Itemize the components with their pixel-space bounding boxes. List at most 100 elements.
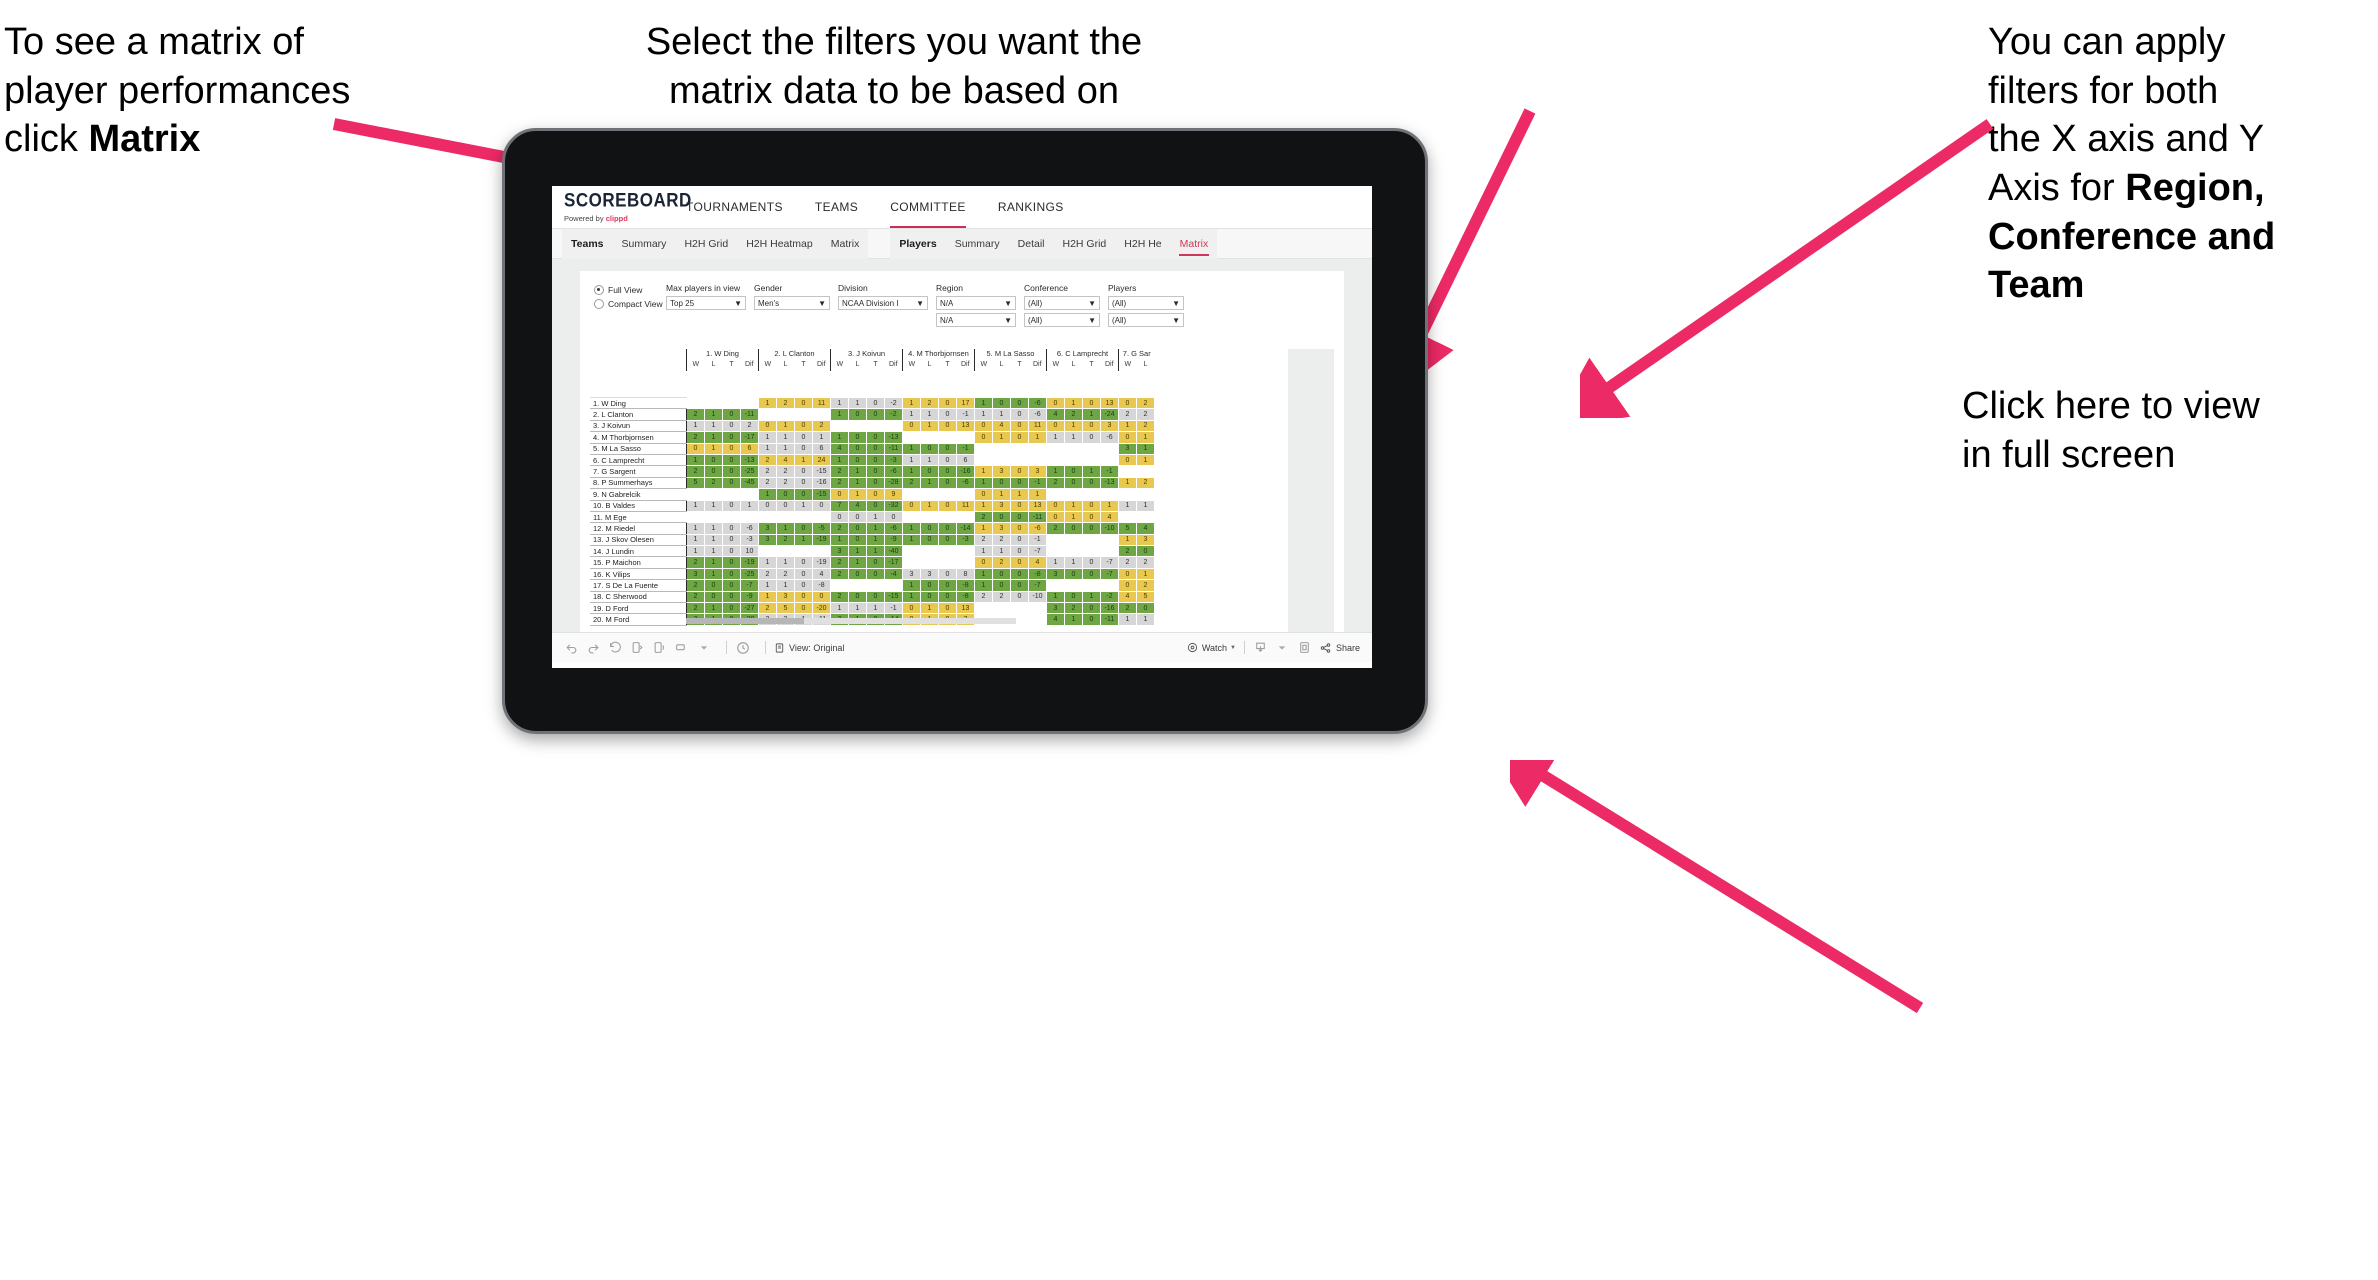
matrix-cell[interactable]: 1 <box>920 453 939 467</box>
matrix-cell[interactable] <box>1082 488 1101 501</box>
matrix-cell[interactable]: 0 <box>866 590 885 604</box>
matrix-cell[interactable]: 2 <box>776 533 795 547</box>
share-button[interactable]: Share <box>1319 642 1360 654</box>
matrix-cell[interactable]: -14 <box>956 522 975 535</box>
subnav-players-detail[interactable]: Detail <box>1009 229 1054 259</box>
matrix-cell[interactable]: 1 <box>758 396 777 410</box>
matrix-cell[interactable]: 1 <box>758 579 777 592</box>
matrix-cell[interactable] <box>1082 579 1101 592</box>
matrix-cell[interactable]: 1 <box>920 419 939 433</box>
subnav-teams-summary[interactable]: Summary <box>613 229 676 259</box>
matrix-cell[interactable] <box>722 488 741 501</box>
matrix-cell[interactable]: 2 <box>686 556 705 569</box>
matrix-cell[interactable]: 2 <box>686 408 705 421</box>
matrix-cell[interactable]: -13 <box>1100 476 1119 490</box>
matrix-cell[interactable]: 1 <box>1100 499 1119 512</box>
matrix-cell[interactable]: 1 <box>830 533 849 547</box>
redo-icon[interactable] <box>586 640 601 655</box>
matrix-cell[interactable]: 0 <box>1118 396 1137 410</box>
matrix-cell[interactable]: 2 <box>704 476 723 490</box>
matrix-cell[interactable]: 0 <box>938 602 957 615</box>
matrix-cell[interactable]: 0 <box>938 499 957 512</box>
matrix-cell[interactable]: 1 <box>974 408 993 421</box>
matrix-cell[interactable]: 0 <box>920 533 939 547</box>
matrix-cell[interactable]: 1 <box>704 442 723 455</box>
matrix-cell[interactable]: 1 <box>1136 442 1155 455</box>
matrix-cell[interactable]: 1 <box>992 488 1011 501</box>
matrix-cell[interactable]: 0 <box>722 545 741 558</box>
matrix-cell[interactable] <box>1100 545 1119 558</box>
matrix-cell[interactable]: 2 <box>686 590 705 604</box>
matrix-cell[interactable] <box>956 488 975 501</box>
matrix-cell[interactable]: 1 <box>974 476 993 490</box>
matrix-cell[interactable]: -24 <box>1100 408 1119 421</box>
matrix-cell[interactable]: 0 <box>704 465 723 478</box>
matrix-cell[interactable]: 2 <box>902 476 921 490</box>
matrix-cell[interactable]: 1 <box>902 453 921 467</box>
matrix-cell[interactable]: -6 <box>1028 396 1047 410</box>
matrix-cell[interactable]: 2 <box>1136 396 1155 410</box>
matrix-cell[interactable]: 0 <box>1010 499 1029 512</box>
matrix-cell[interactable]: 1 <box>812 431 831 444</box>
matrix-cell[interactable]: 0 <box>866 465 885 478</box>
matrix-cell[interactable]: 0 <box>1082 522 1101 535</box>
matrix-cell[interactable]: 0 <box>1082 431 1101 444</box>
matrix-cell[interactable] <box>776 408 795 421</box>
matrix-cell[interactable]: 0 <box>902 419 921 433</box>
matrix-cell[interactable]: 2 <box>758 453 777 467</box>
subnav-players-summary[interactable]: Summary <box>946 229 1009 259</box>
matrix-cell[interactable] <box>1100 442 1119 455</box>
matrix-cell[interactable]: 0 <box>848 590 867 604</box>
matrix-cell[interactable]: 3 <box>1136 533 1155 547</box>
matrix-cell[interactable]: 0 <box>722 499 741 512</box>
matrix-cell[interactable]: 0 <box>1046 499 1065 512</box>
matrix-cell[interactable]: 1 <box>1064 556 1083 569</box>
matrix-cell[interactable] <box>830 419 849 433</box>
matrix-cell[interactable]: 0 <box>1010 476 1029 490</box>
matrix-cell[interactable]: 2 <box>1136 579 1155 592</box>
matrix-cell[interactable]: -8 <box>1028 567 1047 581</box>
matrix-cell[interactable]: -16 <box>812 476 831 490</box>
matrix-cell[interactable] <box>1064 488 1083 501</box>
matrix-cell[interactable]: 2 <box>758 602 777 615</box>
matrix-cell[interactable]: 1 <box>830 396 849 410</box>
radio-full-view[interactable]: Full View <box>594 285 666 295</box>
matrix-cell[interactable]: 1 <box>686 522 705 535</box>
matrix-cell[interactable]: 1 <box>1118 499 1137 512</box>
matrix-cell[interactable]: -4 <box>884 567 903 581</box>
matrix-cell[interactable]: -27 <box>740 602 759 615</box>
matrix-cell[interactable]: 2 <box>992 556 1011 569</box>
matrix-cell[interactable]: 1 <box>794 499 813 512</box>
matrix-cell[interactable]: 0 <box>1046 419 1065 433</box>
matrix-cell[interactable] <box>1118 488 1137 501</box>
fullscreen-icon[interactable] <box>1297 640 1312 655</box>
matrix-cell[interactable] <box>902 510 921 524</box>
matrix-cell[interactable]: 0 <box>1010 431 1029 444</box>
matrix-cell[interactable] <box>938 510 957 524</box>
matrix-scrollbar-thumb[interactable] <box>686 618 804 624</box>
matrix-cell[interactable] <box>902 556 921 569</box>
matrix-cell[interactable]: -6 <box>740 522 759 535</box>
matrix-cell[interactable]: 1 <box>704 408 723 421</box>
matrix-cell[interactable]: 3 <box>1046 602 1065 615</box>
matrix-cell[interactable]: 0 <box>722 419 741 433</box>
matrix-cell[interactable]: 0 <box>794 465 813 478</box>
matrix-cell[interactable]: 0 <box>920 579 939 592</box>
matrix-cell[interactable]: -16 <box>956 465 975 478</box>
matrix-cell[interactable]: 1 <box>686 499 705 512</box>
matrix-cell[interactable]: -11 <box>1028 510 1047 524</box>
matrix-cell[interactable]: 0 <box>794 442 813 455</box>
matrix-cell[interactable] <box>722 396 741 410</box>
matrix-cell[interactable] <box>758 510 777 524</box>
matrix-cell[interactable]: 1 <box>704 545 723 558</box>
chevron-down-icon[interactable] <box>1275 640 1290 655</box>
matrix-cell[interactable]: 0 <box>938 419 957 433</box>
select-players-y[interactable]: (All) ▼ <box>1108 313 1184 327</box>
matrix-cell[interactable]: -1 <box>956 442 975 455</box>
matrix-cell[interactable]: 0 <box>992 510 1011 524</box>
matrix-cell[interactable]: 0 <box>1010 533 1029 547</box>
topnav-committee[interactable]: COMMITTEE <box>874 186 982 228</box>
matrix-cell[interactable]: 0 <box>722 522 741 535</box>
matrix-cell[interactable]: -7 <box>1100 567 1119 581</box>
matrix-cell[interactable] <box>686 488 705 501</box>
